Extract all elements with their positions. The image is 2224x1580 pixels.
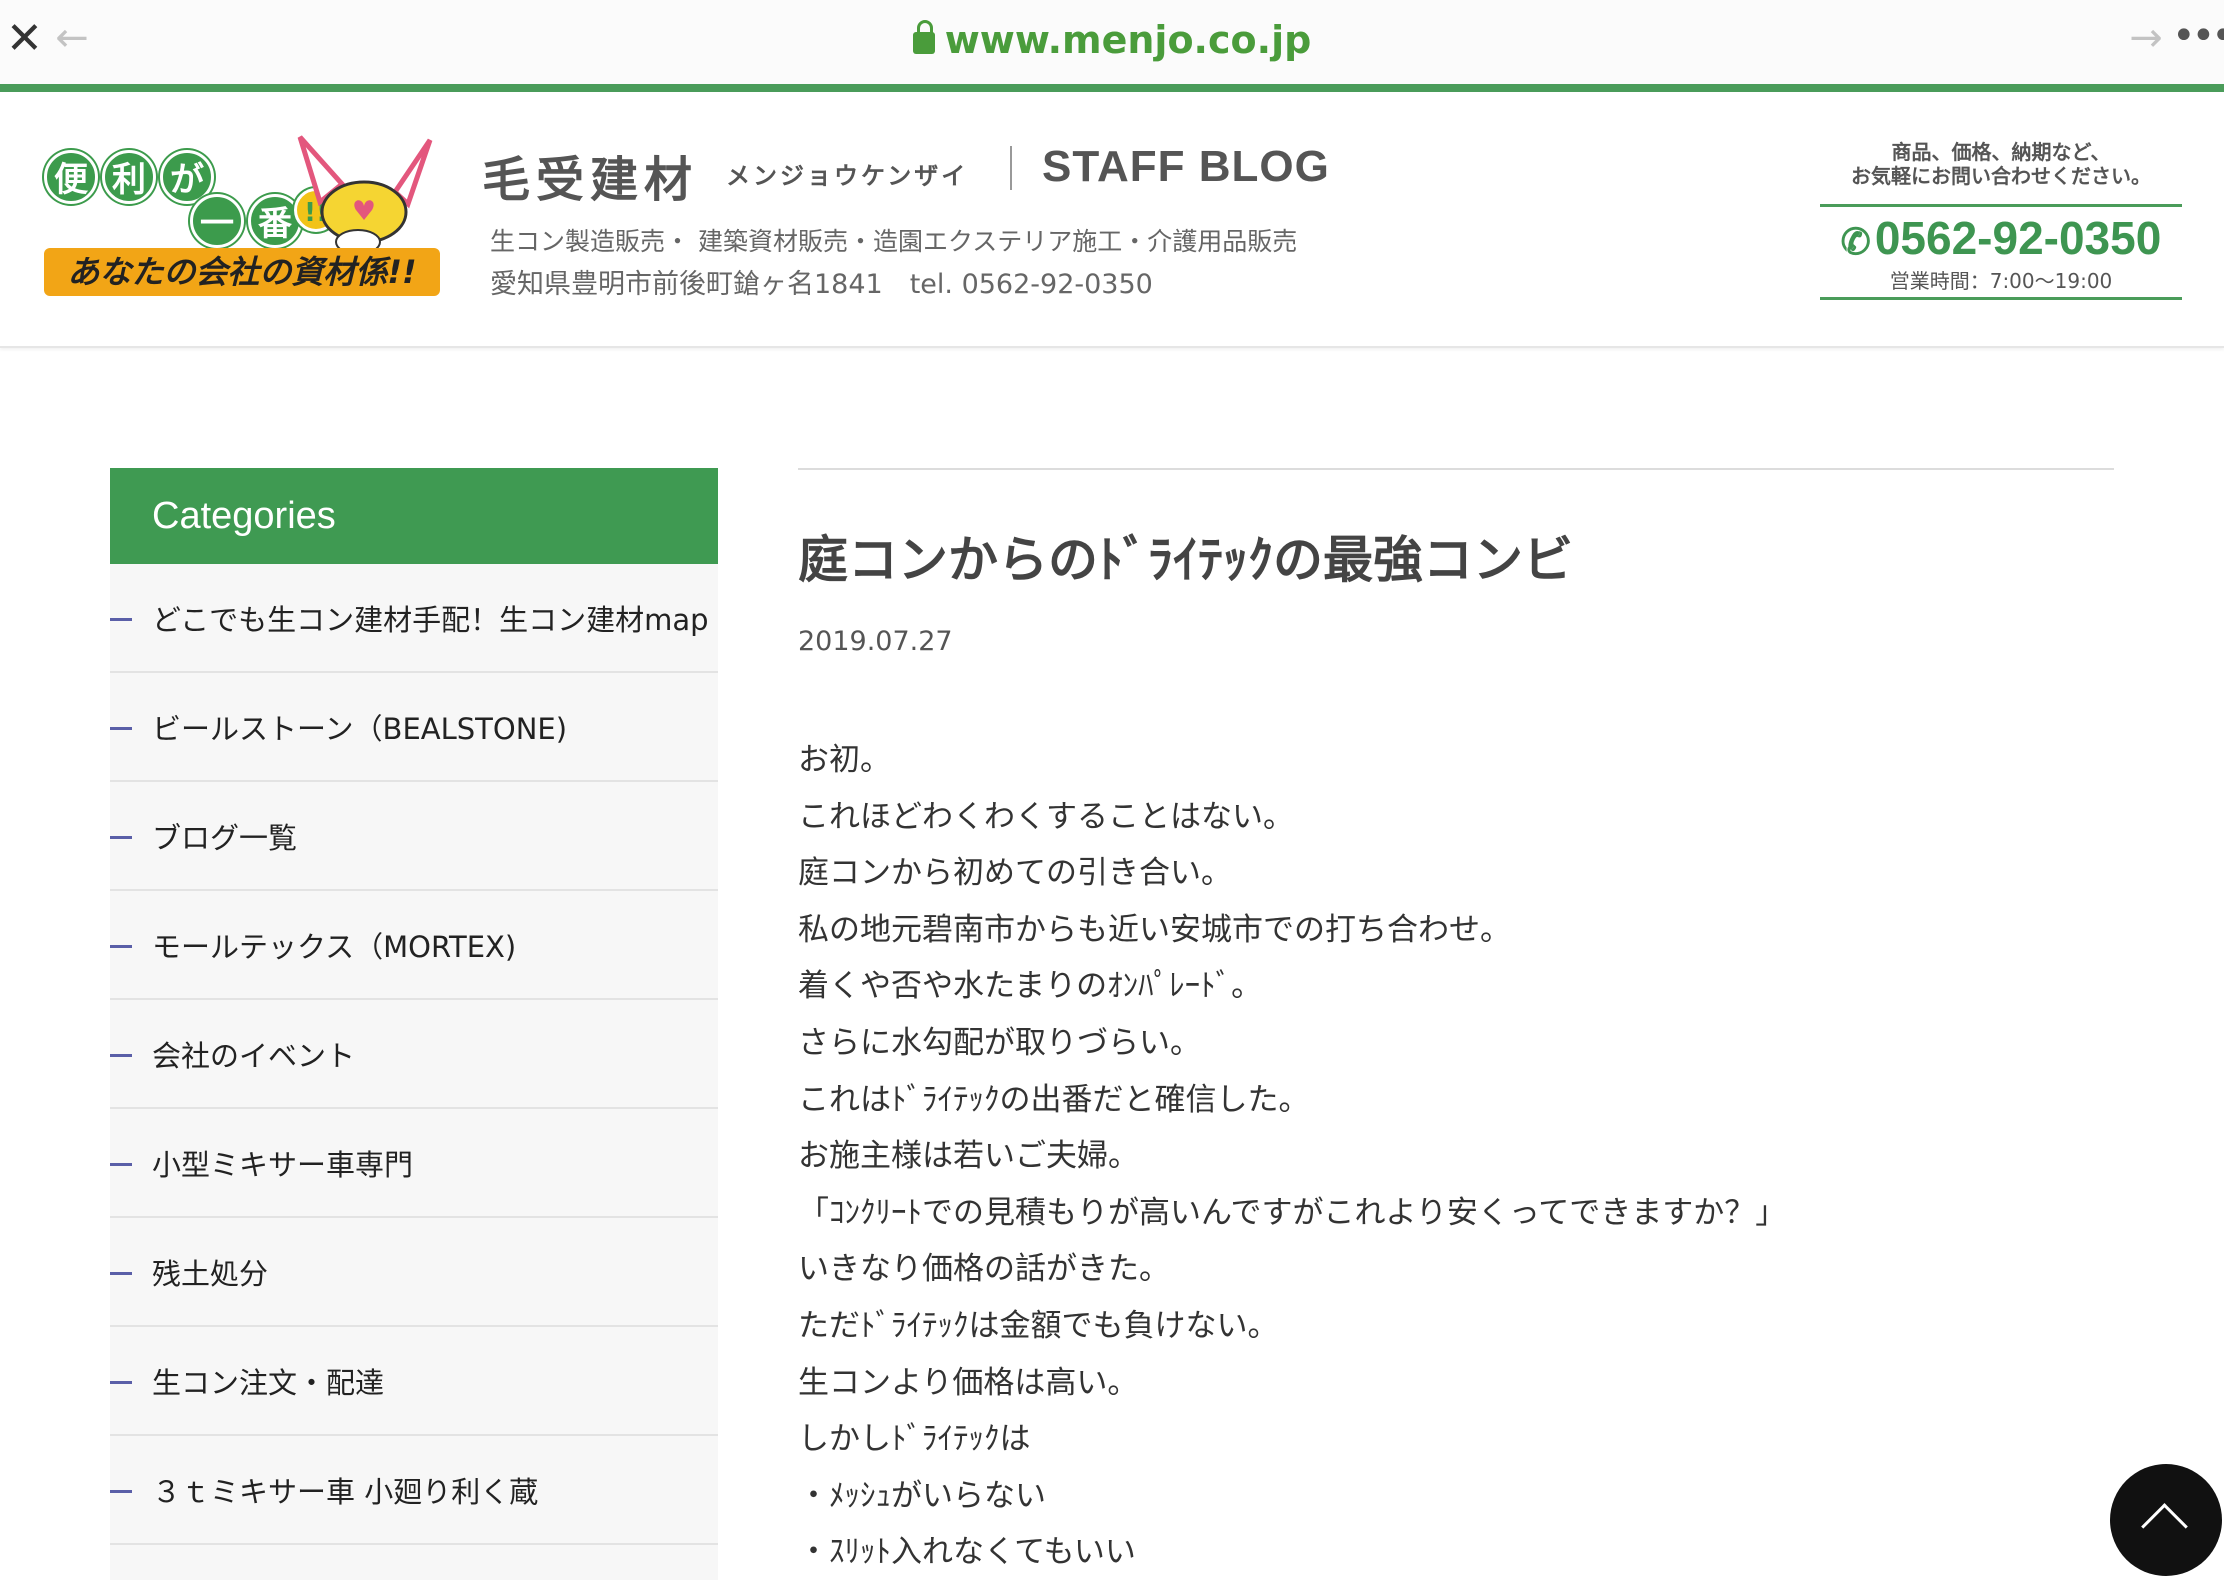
- article-divider: [798, 468, 2114, 470]
- contact-box: ✆0562-92-0350 営業時間：7:00〜19:00: [1820, 204, 2182, 300]
- article-title: 庭コンからのﾄﾞﾗｲﾃｯｸの最強コンビ: [798, 531, 1573, 589]
- article-line: お施主様は若いご夫婦。: [798, 1138, 1139, 1175]
- staff-blog-title: STAFF BLOG: [1042, 142, 1330, 191]
- article-line: これはﾄﾞﾗｲﾃｯｸの出番だと確信した。: [798, 1081, 1310, 1118]
- dash-icon: [110, 727, 132, 730]
- brand-name: 毛受建材: [482, 152, 699, 208]
- article-line: これほどわくわくすることはない。: [798, 798, 1294, 835]
- contact-note: 商品、価格、納期など、 お気軽にお問い合わせください。: [1820, 140, 2182, 188]
- dash-icon: [110, 1381, 132, 1384]
- article-line: さらに水勾配が取りづらい。: [798, 1024, 1201, 1061]
- brand-separator: [1010, 146, 1012, 190]
- category-item[interactable]: 残土処分: [110, 1218, 718, 1327]
- dash-icon: [110, 836, 132, 839]
- chevron-up-icon[interactable]: [2110, 1464, 2222, 1576]
- category-item[interactable]: ３ｔミキサー車 小廻り利く蔵: [110, 1436, 718, 1545]
- category-item[interactable]: 生コン注文・配達: [110, 1327, 718, 1436]
- more-horizontal-icon[interactable]: •••: [2172, 14, 2224, 58]
- dash-icon: [110, 1490, 132, 1493]
- category-list: どこでも生コン建材手配！生コン建材map ビールストーン（BEALSTONE) …: [110, 564, 718, 1545]
- lock-icon: [912, 20, 935, 54]
- article-line: 「ｺﾝｸﾘｰﾄでの見積もりが高いんですがこれより安くってできますか？」: [798, 1194, 1787, 1231]
- article-line: ・ﾒｯｼｭがいらない: [798, 1477, 1046, 1514]
- logo-bubble: 利: [102, 150, 156, 204]
- contact-note-line: 商品、価格、納期など、: [1891, 140, 2111, 164]
- category-label[interactable]: 小型ミキサー車専門: [152, 1143, 413, 1187]
- arrow-right-icon[interactable]: →: [2126, 16, 2166, 60]
- phone-icon: ✆: [1840, 221, 1871, 262]
- category-item[interactable]: 会社のイベント: [110, 1000, 718, 1109]
- dash-icon: [110, 1163, 132, 1166]
- article-line: 着くや否や水たまりのｵﾝﾊﾟﾚｰﾄﾞ。: [798, 968, 1263, 1005]
- brand-services: 生コン製造販売・ 建築資材販売・造園エクステリア施工・介護用品販売: [490, 227, 1298, 256]
- category-label[interactable]: 会社のイベント: [152, 1034, 355, 1078]
- dash-icon: [110, 1054, 132, 1057]
- dash-icon: [110, 618, 132, 621]
- article-body: お初。 これほどわくわくすることはない。 庭コンから初めての引き合い。 私の地元…: [798, 732, 2114, 1580]
- category-item[interactable]: どこでも生コン建材手配！生コン建材map: [110, 564, 718, 673]
- category-item[interactable]: ビールストーン（BEALSTONE): [110, 673, 718, 782]
- category-item[interactable]: ブログ一覧: [110, 782, 718, 891]
- contact-note-line: お気軽にお問い合わせください。: [1851, 164, 2151, 188]
- article-line: いきなり価格の話がきた。: [798, 1251, 1170, 1288]
- url-text: www.menjo.co.jp: [944, 18, 1312, 62]
- category-label[interactable]: ３ｔミキサー車 小廻り利く蔵: [152, 1470, 538, 1514]
- article-date: 2019.07.27: [798, 626, 953, 657]
- logo-tagline: あなたの会社の資材係!!: [44, 248, 440, 296]
- category-item[interactable]: 小型ミキサー車専門: [110, 1109, 718, 1218]
- category-label[interactable]: モールテックス（MORTEX): [152, 925, 516, 969]
- phone-link[interactable]: ✆0562-92-0350: [1820, 211, 2182, 265]
- address-bar[interactable]: www.menjo.co.jp: [0, 14, 2224, 66]
- brand-address: 愛知県豊明市前後町鎗ヶ名1841 tel. 0562-92-0350: [490, 269, 1153, 300]
- brand-kana: メンジョウケンザイ: [726, 162, 969, 190]
- dash-icon: [110, 1272, 132, 1275]
- article-line: 私の地元碧南市からも近い安城市での打ち合わせ。: [798, 911, 1511, 948]
- categories-title: Categories: [110, 468, 718, 564]
- category-label[interactable]: どこでも生コン建材手配！生コン建材map: [152, 598, 709, 642]
- article-line: 生コンより価格は高い。: [798, 1364, 1139, 1401]
- category-label[interactable]: ブログ一覧: [152, 816, 297, 860]
- article-line: 庭コンから初めての引き合い。: [798, 855, 1232, 892]
- header-accent-rule: [0, 84, 2224, 92]
- article-line: しかしﾄﾞﾗｲﾃｯｸは: [798, 1421, 1031, 1458]
- rabbit-mascot-icon: [297, 135, 433, 252]
- category-item[interactable]: モールテックス（MORTEX): [110, 891, 718, 1000]
- article-line: お初。: [798, 742, 891, 778]
- business-hours: 営業時間：7:00〜19:00: [1889, 269, 2113, 293]
- category-label[interactable]: ビールストーン（BEALSTONE): [152, 707, 567, 751]
- article-line: ただﾄﾞﾗｲﾃｯｸは金額でも負けない。: [798, 1307, 1279, 1344]
- logo-bubble: 便: [44, 150, 98, 204]
- category-label[interactable]: 残土処分: [152, 1252, 268, 1296]
- categories-sidebar: Categories どこでも生コン建材手配！生コン建材map ビールストーン（…: [110, 468, 718, 1580]
- article-line: ・ｽﾘｯﾄ入れなくてもいい: [798, 1534, 1136, 1571]
- phone-number: 0562-92-0350: [1874, 212, 2162, 264]
- logo-bubble: 一: [190, 194, 244, 248]
- dash-icon: [110, 945, 132, 948]
- site-logo[interactable]: 便 利 が 一 番 !! あなたの会社の資材係!!: [40, 132, 440, 302]
- category-label[interactable]: 生コン注文・配達: [152, 1361, 384, 1405]
- browser-toolbar: ✕ ← www.menjo.co.jp → •••: [0, 0, 2224, 84]
